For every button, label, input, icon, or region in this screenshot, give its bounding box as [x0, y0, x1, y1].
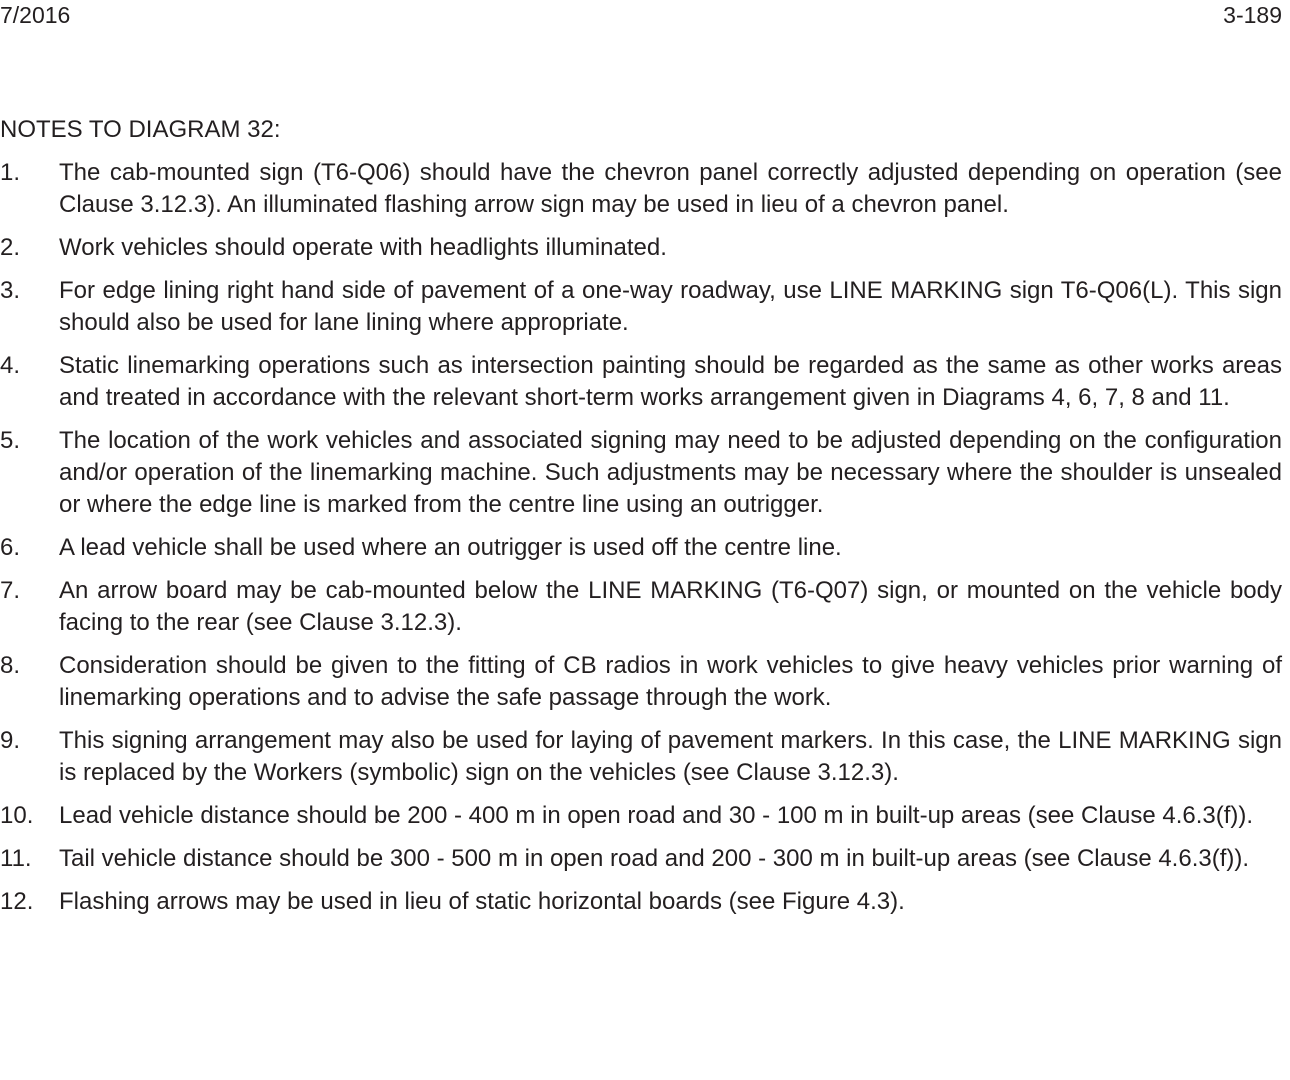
note-number: 1. [0, 159, 21, 186]
notes-heading: NOTES TO DIAGRAM 32: [0, 116, 281, 143]
note-text: Lead vehicle distance should be 200 - 40… [59, 802, 1254, 829]
note-item: 4. Static linemarking operations such as… [0, 350, 1282, 414]
note-text: This signing arrangement may also be use… [59, 727, 1282, 786]
note-number: 8. [0, 652, 21, 679]
note-number: 5. [0, 427, 21, 454]
note-item: 9. This signing arrangement may also be … [0, 725, 1282, 789]
note-number: 2. [0, 234, 21, 261]
note-text: Consideration should be given to the fit… [59, 652, 1282, 711]
note-item: 3. For edge lining right hand side of pa… [0, 275, 1282, 339]
note-number: 4. [0, 352, 21, 379]
note-number: 11. [0, 845, 32, 872]
note-item: 6. A lead vehicle shall be used where an… [0, 532, 1282, 564]
note-text: The cab-mounted sign (T6-Q06) should hav… [59, 159, 1282, 218]
note-text: Flashing arrows may be used in lieu of s… [59, 888, 905, 915]
note-item: 7. An arrow board may be cab-mounted bel… [0, 575, 1282, 639]
notes-list: 1. The cab-mounted sign (T6-Q06) should … [0, 157, 1282, 929]
note-item: 1. The cab-mounted sign (T6-Q06) should … [0, 157, 1282, 221]
note-text: For edge lining right hand side of pavem… [59, 277, 1282, 336]
header-date: 7/2016 [0, 2, 71, 28]
note-text: A lead vehicle shall be used where an ou… [59, 534, 842, 561]
note-number: 3. [0, 277, 21, 304]
note-item: 10. Lead vehicle distance should be 200 … [0, 800, 1282, 832]
header-page-number: 3-189 [1223, 2, 1282, 28]
note-text: Work vehicles should operate with headli… [59, 234, 667, 261]
note-number: 6. [0, 534, 21, 561]
note-number: 10. [0, 802, 34, 829]
note-item: 5. The location of the work vehicles and… [0, 425, 1282, 521]
note-item: 11. Tail vehicle distance should be 300 … [0, 843, 1282, 875]
note-text: Static linemarking operations such as in… [59, 352, 1282, 411]
note-text: An arrow board may be cab-mounted below … [59, 577, 1282, 636]
note-item: 2. Work vehicles should operate with hea… [0, 232, 1282, 264]
note-text: Tail vehicle distance should be 300 - 50… [59, 845, 1250, 872]
note-number: 12. [0, 888, 34, 915]
note-number: 7. [0, 577, 21, 604]
note-item: 12. Flashing arrows may be used in lieu … [0, 886, 1282, 918]
note-text: The location of the work vehicles and as… [59, 427, 1282, 518]
note-number: 9. [0, 727, 21, 754]
note-item: 8. Consideration should be given to the … [0, 650, 1282, 714]
